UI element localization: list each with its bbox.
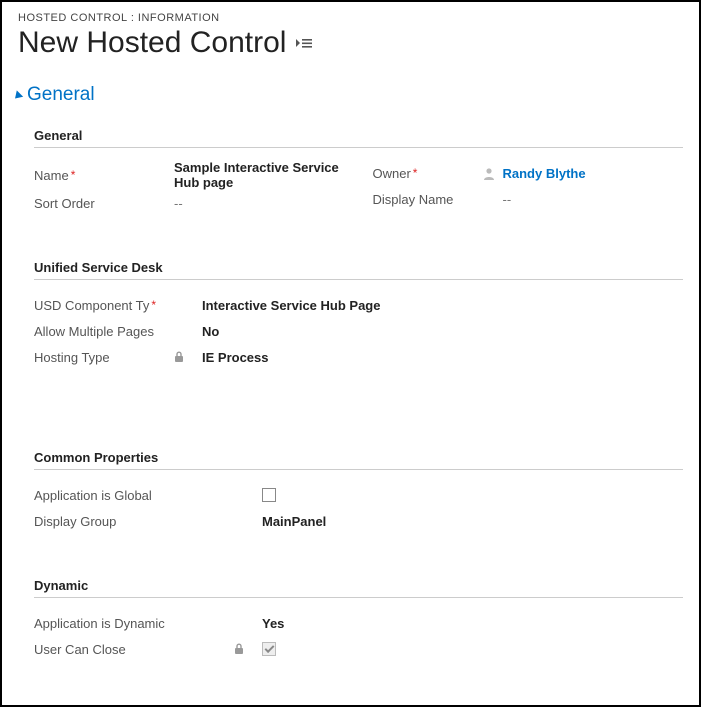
field-value-name: Sample Interactive Service Hub page (174, 160, 345, 190)
field-value-app-dynamic: Yes (262, 616, 683, 631)
field-label-allow-multiple: Allow Multiple Pages (34, 324, 174, 339)
subsection-general: General Name* Sample Interactive Service… (34, 128, 683, 216)
caret-down-icon (12, 90, 23, 101)
field-label-usd-component: USD Component Ty* (34, 298, 174, 313)
field-label-name: Name* (34, 168, 174, 183)
breadcrumb: HOSTED CONTROL : INFORMATION (18, 12, 683, 24)
field-hosting-type: Hosting Type IE Process (34, 344, 683, 370)
subsection-title-dynamic: Dynamic (34, 578, 683, 598)
field-label-display-group: Display Group (34, 514, 234, 529)
field-display-group[interactable]: Display Group MainPanel (34, 508, 683, 534)
title-row: New Hosted Control (18, 26, 683, 60)
lock-icon (234, 643, 244, 655)
field-value-owner[interactable]: Randy Blythe (503, 166, 586, 181)
field-label-user-can-close: User Can Close (34, 642, 234, 657)
field-value-display-name: -- (503, 192, 684, 207)
form-selector-icon[interactable] (296, 36, 312, 50)
field-label-sort-order: Sort Order (34, 196, 174, 211)
checkbox-app-global[interactable] (262, 488, 276, 502)
page-title: New Hosted Control (18, 26, 286, 60)
user-icon (483, 167, 495, 180)
subsection-title-common: Common Properties (34, 450, 683, 470)
field-value-display-group: MainPanel (262, 514, 683, 529)
subsection-usd: Unified Service Desk USD Component Ty* I… (34, 260, 683, 370)
field-name[interactable]: Name* Sample Interactive Service Hub pag… (34, 160, 345, 190)
field-value-allow-multiple: No (202, 324, 683, 339)
field-value-usd-component: Interactive Service Hub Page (202, 298, 683, 313)
field-allow-multiple[interactable]: Allow Multiple Pages No (34, 318, 683, 344)
field-usd-component[interactable]: USD Component Ty* Interactive Service Hu… (34, 292, 683, 318)
field-sort-order[interactable]: Sort Order -- (34, 190, 345, 216)
section-tab-label: General (27, 84, 95, 106)
subsection-title-usd: Unified Service Desk (34, 260, 683, 280)
field-label-app-global: Application is Global (34, 488, 234, 503)
field-label-app-dynamic: Application is Dynamic (34, 616, 234, 631)
field-app-global[interactable]: Application is Global (34, 482, 683, 508)
section-tab-general[interactable]: General (14, 84, 683, 106)
field-user-can-close: User Can Close (34, 636, 683, 662)
field-label-display-name: Display Name (373, 192, 483, 207)
field-owner[interactable]: Owner* Randy Blythe (373, 160, 684, 186)
subsection-dynamic: Dynamic Application is Dynamic Yes User … (34, 578, 683, 662)
field-label-owner: Owner* (373, 166, 483, 181)
field-value-sort-order: -- (174, 196, 345, 211)
field-app-dynamic[interactable]: Application is Dynamic Yes (34, 610, 683, 636)
subsection-title-general: General (34, 128, 683, 148)
lock-icon (174, 351, 184, 363)
subsection-common: Common Properties Application is Global … (34, 450, 683, 534)
field-label-hosting-type: Hosting Type (34, 350, 174, 365)
field-value-hosting-type: IE Process (202, 350, 683, 365)
field-display-name[interactable]: Display Name -- (373, 186, 684, 212)
checkbox-user-can-close (262, 642, 276, 656)
